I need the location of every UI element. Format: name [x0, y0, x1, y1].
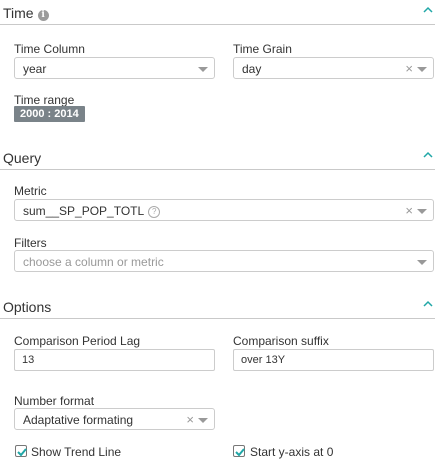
start-y-axis-checkbox[interactable]: [233, 445, 245, 457]
checkmark-icon: [17, 448, 27, 457]
time-section-header[interactable]: Time i: [0, 0, 435, 25]
chevron-up-icon[interactable]: [423, 6, 433, 13]
chevron-down-icon[interactable]: [417, 67, 427, 72]
comparison-period-lag-value: 13: [22, 354, 35, 366]
time-column-select[interactable]: year: [14, 57, 215, 79]
time-range-label: Time range: [14, 93, 75, 107]
info-icon[interactable]: i: [37, 10, 49, 21]
time-grain-select[interactable]: day ×: [233, 57, 434, 79]
chevron-up-icon[interactable]: [423, 151, 433, 158]
clear-icon[interactable]: ×: [405, 203, 413, 218]
comparison-suffix-value: over 13Y: [241, 354, 286, 366]
number-format-select[interactable]: Adaptative formating ×: [14, 408, 215, 430]
show-trend-line-label[interactable]: Show Trend Line: [31, 445, 121, 459]
filters-label: Filters: [14, 236, 47, 250]
metric-value: sum__SP_POP_TOTL?: [23, 204, 161, 218]
comparison-suffix-input[interactable]: over 13Y: [233, 349, 434, 371]
time-column-value: year: [23, 62, 47, 76]
number-format-value: Adaptative formating: [23, 413, 134, 427]
time-column-label: Time Column: [14, 42, 85, 56]
chevron-down-icon[interactable]: [417, 260, 427, 265]
metric-label: Metric: [14, 184, 47, 198]
show-trend-line-checkbox[interactable]: [15, 445, 27, 457]
comparison-suffix-label: Comparison suffix: [233, 334, 329, 348]
time-grain-value: day: [242, 62, 262, 76]
filters-placeholder: choose a column or metric: [23, 255, 164, 269]
time-grain-label: Time Grain: [233, 42, 292, 56]
start-y-axis-label[interactable]: Start y-axis at 0: [250, 445, 333, 459]
help-icon[interactable]: ?: [148, 206, 161, 218]
query-section-title: Query: [3, 150, 42, 166]
time-section-title: Time i: [3, 5, 49, 21]
checkmark-icon: [235, 448, 245, 457]
clear-icon[interactable]: ×: [186, 412, 194, 427]
query-section-header[interactable]: Query: [0, 145, 435, 170]
comparison-period-lag-label: Comparison Period Lag: [14, 334, 141, 348]
comparison-period-lag-input[interactable]: 13: [14, 349, 215, 371]
clear-icon[interactable]: ×: [405, 61, 413, 76]
time-range-badge[interactable]: 2000 : 2014: [14, 106, 85, 122]
metric-select[interactable]: sum__SP_POP_TOTL? ×: [14, 199, 434, 221]
chevron-down-icon[interactable]: [417, 209, 427, 214]
number-format-label: Number format: [14, 394, 95, 408]
chevron-up-icon[interactable]: [423, 300, 433, 307]
filters-select[interactable]: choose a column or metric: [14, 250, 434, 272]
chevron-down-icon[interactable]: [198, 418, 208, 423]
chevron-down-icon[interactable]: [198, 67, 208, 72]
options-section-title: Options: [3, 299, 52, 315]
options-section-header[interactable]: Options: [0, 294, 435, 319]
